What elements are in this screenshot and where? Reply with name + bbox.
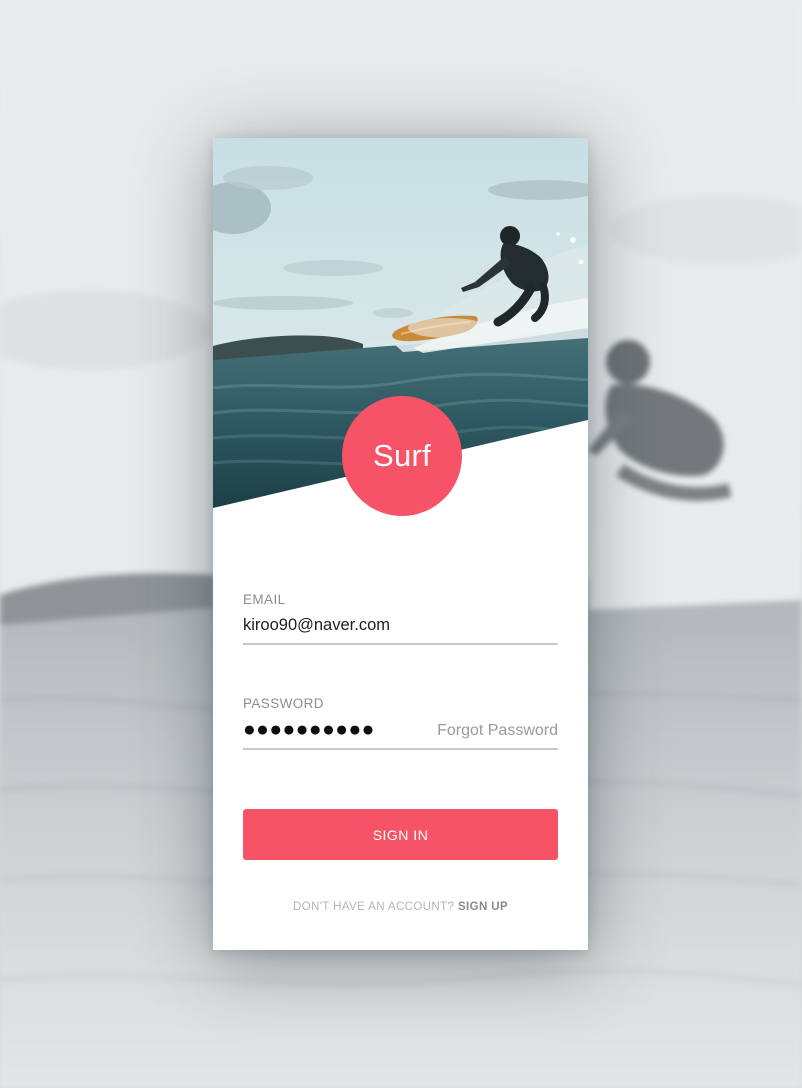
email-field[interactable]: kiroo90@naver.com (243, 616, 390, 635)
app-logo-text: Surf (372, 438, 432, 473)
sign-in-button[interactable]: SIGN IN (243, 809, 558, 860)
email-label: EMAIL (243, 592, 286, 607)
password-label: PASSWORD (243, 696, 324, 711)
forgot-password-link[interactable]: Forgot Password (437, 722, 558, 740)
password-underline (243, 748, 558, 750)
signup-prompt-text: DON'T HAVE AN ACCOUNT? (292, 901, 455, 913)
signup-prompt: DON'T HAVE AN ACCOUNT? SIGN UP (213, 901, 588, 913)
sign-up-link[interactable]: SIGN UP (458, 901, 508, 913)
app-logo: Surf (342, 396, 462, 516)
email-underline (243, 643, 558, 645)
password-field[interactable]: ●●●●●●●●●● (243, 719, 375, 740)
login-card: Surf EMAIL kiroo90@naver.com PASSWORD ●●… (213, 138, 588, 950)
